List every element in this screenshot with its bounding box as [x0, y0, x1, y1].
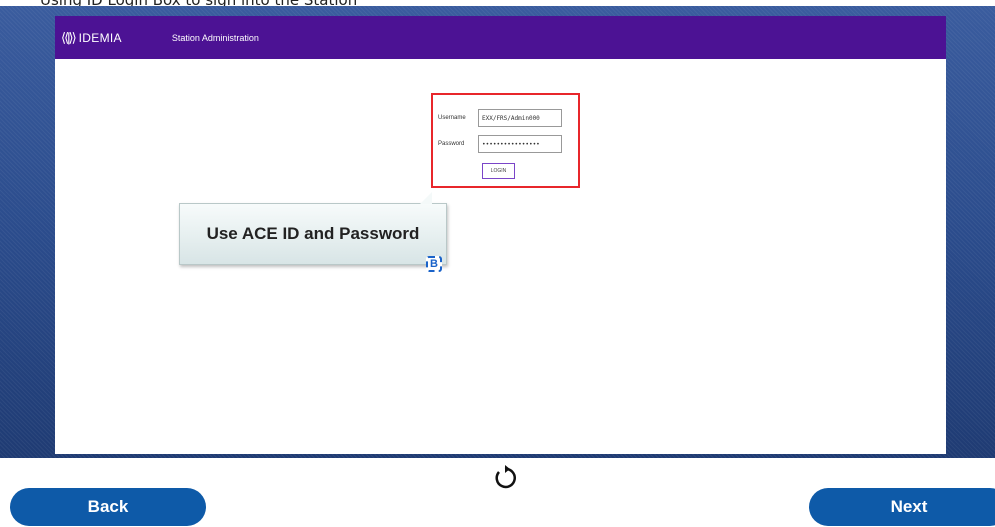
password-row: Password ••••••••••••••••: [438, 135, 562, 153]
password-input[interactable]: ••••••••••••••••: [478, 135, 562, 153]
username-input[interactable]: EXX/FRS/Admin000: [478, 109, 562, 127]
slide-stage: ⟨⟨|⟩⟩ IDEMIA Station Administration User…: [0, 6, 995, 458]
app-window: ⟨⟨|⟩⟩ IDEMIA Station Administration User…: [55, 16, 946, 454]
username-row: Username EXX/FRS/Admin000: [438, 109, 562, 127]
password-label: Password: [438, 141, 465, 147]
app-title: Station Administration: [171, 32, 259, 43]
callout-text: Use ACE ID and Password: [206, 224, 420, 243]
callout-box: Use ACE ID and Password: [179, 203, 447, 265]
brand-name: IDEMIA: [78, 30, 122, 45]
callout-tail: [420, 192, 432, 204]
next-button[interactable]: Next: [809, 488, 995, 526]
username-label: Username: [438, 115, 466, 121]
brand: ⟨⟨|⟩⟩ IDEMIA: [61, 30, 122, 46]
back-button[interactable]: Back: [10, 488, 206, 526]
app-header: ⟨⟨|⟩⟩ IDEMIA Station Administration: [55, 16, 946, 59]
callout-badge[interactable]: B: [426, 256, 442, 272]
replay-icon[interactable]: [490, 462, 520, 492]
idemia-logo-icon: ⟨⟨|⟩⟩: [61, 29, 77, 45]
login-box: Username EXX/FRS/Admin000 Password •••••…: [431, 93, 580, 188]
login-button[interactable]: LOGIN: [482, 163, 515, 179]
